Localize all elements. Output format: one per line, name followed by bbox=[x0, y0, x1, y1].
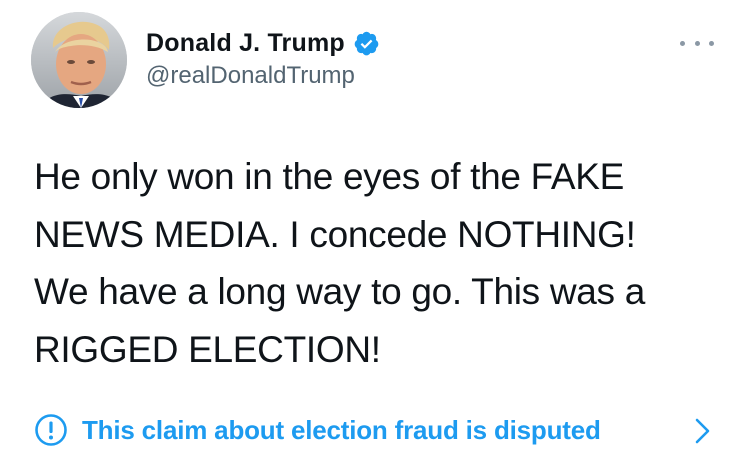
tweet-text-line: NEWS MEDIA. I concede NOTHING! bbox=[34, 213, 636, 255]
tweet-text-line: He only won in the eyes of the FAKE bbox=[34, 156, 625, 197]
author-display-name[interactable]: Donald J. Trump bbox=[146, 29, 345, 58]
more-dots-icon bbox=[680, 40, 685, 46]
more-dots-icon bbox=[709, 40, 714, 46]
profile-photo-icon bbox=[31, 12, 127, 108]
exclamation-circle-icon bbox=[34, 413, 68, 447]
tweet-text-line: RIGGED ELECTION! bbox=[34, 328, 381, 370]
disputed-claim-notice[interactable]: This claim about election fraud is dispu… bbox=[34, 410, 718, 450]
verified-badge-icon bbox=[353, 30, 380, 57]
chevron-right-icon bbox=[694, 417, 712, 445]
more-dots-icon bbox=[694, 40, 700, 46]
disputed-claim-text[interactable]: This claim about election fraud is dispu… bbox=[82, 415, 601, 446]
tweet-text-line: We have a long way to go. This was a bbox=[34, 271, 646, 312]
tweet-card: Donald J. Trump @realDonaldTrump He only… bbox=[0, 0, 734, 470]
author-handle[interactable]: @realDonaldTrump bbox=[146, 62, 355, 90]
author-avatar[interactable] bbox=[31, 12, 127, 108]
more-options-button[interactable] bbox=[680, 34, 714, 52]
author-name-row[interactable]: Donald J. Trump bbox=[146, 28, 380, 58]
tweet-text: He only won in the eyes of the FAKE NEWS… bbox=[34, 148, 714, 378]
